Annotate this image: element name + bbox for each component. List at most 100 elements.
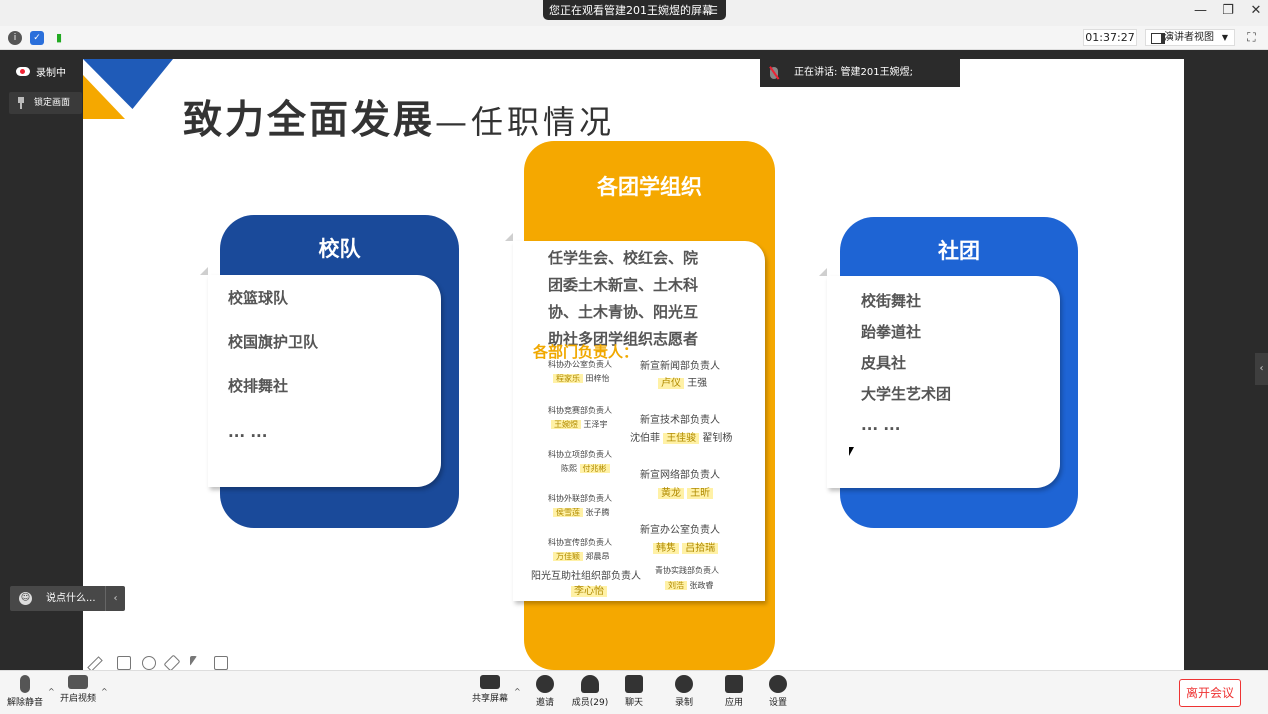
shield-icon[interactable]: ✓: [30, 31, 44, 45]
emoji-icon[interactable]: ☺: [19, 592, 32, 605]
signal-icon[interactable]: ▮: [52, 31, 66, 45]
share-banner-text: 您正在观看管建201王婉煜的屏幕: [549, 4, 713, 17]
menu-icon[interactable]: ☰: [708, 4, 718, 17]
leader-name: 田梓怡: [585, 374, 610, 383]
name-row: 侯雪莲 张子腾: [553, 507, 610, 518]
members-button[interactable]: 成员(29): [570, 675, 610, 708]
minimize-icon[interactable]: —: [1194, 3, 1207, 18]
clubs-header: 社团: [938, 239, 980, 263]
role-label: 科协外联部负责人: [548, 494, 612, 503]
role-label: 阳光互助社组织部负责人: [531, 571, 641, 582]
invite-button[interactable]: 邀请: [525, 675, 565, 708]
settings-label: 设置: [768, 698, 787, 708]
chevron-up-icon[interactable]: ^: [514, 687, 521, 696]
leader-name: 刘浩: [665, 581, 687, 590]
recording-status[interactable]: 录制中: [16, 64, 66, 79]
name-row: 程家乐 田梓怡: [553, 373, 610, 384]
mic-muted-icon: [770, 67, 778, 79]
role-label: 科协竞赛部负责人: [548, 406, 612, 415]
save-annotation-icon[interactable]: [214, 656, 228, 670]
name-row: 黄龙 王昕: [658, 484, 714, 499]
name-row: 沈伯菲 王佳骏 翟钊杨: [630, 429, 732, 444]
chat-label: 聊天: [624, 698, 643, 708]
start-video-button[interactable]: 开启视频: [58, 675, 98, 704]
description-line: 团委土木新宣、土木科: [548, 276, 699, 294]
unmute-button[interactable]: 解除静音: [5, 675, 45, 708]
shared-slide: 致力全面发展—任职情况 校队 校篮球队 校国旗护卫队 校排舞社 ... ... …: [83, 59, 1184, 670]
chevron-up-icon[interactable]: ^: [101, 687, 108, 696]
organizations-detail: 任学生会、校红会、院 团委土木新宣、土木科 协、土木青协、阳光互 助社多团学组织…: [513, 241, 765, 601]
chevron-left-icon[interactable]: ‹: [1255, 353, 1268, 385]
list-item: ... ...: [228, 423, 268, 441]
organizations-header: 各团学组织: [597, 175, 702, 199]
list-item: 皮具社: [861, 354, 907, 372]
leader-name: 张政睿: [689, 581, 714, 590]
record-button[interactable]: 录制: [664, 675, 704, 708]
list-item: 校街舞社: [861, 292, 922, 310]
role-label: 科协宣传部负责人: [548, 538, 612, 547]
chat-input[interactable]: ☺ 说点什么... ‹: [10, 586, 125, 611]
leader-name: 张子腾: [585, 508, 610, 517]
leader-name: 卢仪: [658, 378, 684, 389]
name-row: 韩隽 吕拾瑞: [653, 539, 719, 554]
highlighter-icon[interactable]: [117, 656, 131, 670]
chevron-left-icon[interactable]: ‹: [105, 586, 125, 611]
chat-icon: [625, 675, 643, 693]
list-item: 跆拳道社: [861, 323, 922, 341]
organizations-description: 任学生会、校红会、院 团委土木新宣、土木科 协、土木青协、阳光互 助社多团学组织…: [548, 245, 698, 353]
screen-share-banner[interactable]: 您正在观看管建201王婉煜的屏幕 ☰: [543, 0, 726, 20]
leader-name: 郑晨昂: [585, 552, 610, 561]
palette-icon[interactable]: [142, 656, 156, 670]
leader-name: 侯雪莲: [553, 508, 583, 517]
chat-button[interactable]: 聊天: [614, 675, 654, 708]
leave-meeting-button[interactable]: 离开会议: [1179, 679, 1241, 707]
window-controls: — ❐ ✕: [1194, 3, 1262, 18]
name-row: 陈熙 付兆彬: [561, 463, 610, 474]
role-label: 科协立项部负责人: [548, 450, 612, 459]
slide-subtitle: —任职情况: [435, 103, 616, 141]
meeting-window: 您正在观看管建201王婉煜的屏幕 ☰ — ❐ ✕ i ✓ ▮ 01:37:27 …: [0, 0, 1268, 714]
leader-name: 翟钊杨: [702, 433, 733, 444]
school-team-list: 校篮球队 校国旗护卫队 校排舞社 ... ...: [208, 275, 441, 487]
role-label: 科协办公室负责人: [548, 360, 612, 369]
clubs-list: 校街舞社 跆拳道社 皮具社 大学生艺术团 ... ...: [827, 276, 1060, 488]
description-line: 任学生会、校红会、院: [548, 249, 699, 267]
role-label: 新宣新闻部负责人: [640, 361, 720, 372]
leader-name: 沈伯菲: [630, 433, 660, 444]
name-row: 卢仪 王强: [658, 374, 707, 389]
restore-icon[interactable]: ❐: [1222, 3, 1234, 18]
start-video-label: 开启视频: [59, 694, 96, 704]
active-speaker-indicator: 正在讲话: 管建201王婉煜;: [760, 59, 960, 87]
lock-screen-button[interactable]: 锁定画面: [9, 92, 82, 114]
close-icon[interactable]: ✕: [1250, 3, 1262, 18]
chevron-up-icon[interactable]: ^: [48, 687, 55, 696]
speaker-text: 正在讲话: 管建201王婉煜;: [794, 67, 914, 78]
camera-off-icon: [68, 675, 88, 689]
settings-button[interactable]: 设置: [758, 675, 798, 708]
meeting-toolbar: 解除静音 ^ 开启视频 ^ 共享屏幕 ^ 邀请 成员(29) 聊天 录制 应用 …: [0, 670, 1268, 714]
invite-label: 邀请: [535, 698, 554, 708]
title-bar: 您正在观看管建201王婉煜的屏幕 ☰ — ❐ ✕: [0, 0, 1268, 26]
members-label: 成员(29): [571, 698, 609, 708]
apps-button[interactable]: 应用: [714, 675, 754, 708]
role-label: 新宣网络部负责人: [640, 470, 720, 481]
pointer-icon[interactable]: [190, 656, 197, 666]
description-line: 协、土木青协、阳光互: [548, 303, 699, 321]
info-icon[interactable]: i: [8, 31, 22, 45]
fullscreen-icon[interactable]: ⛶: [1244, 30, 1259, 45]
leader-name: 吕拾瑞: [682, 543, 719, 554]
apps-label: 应用: [724, 698, 743, 708]
share-screen-icon: [480, 675, 500, 689]
slide-title-main: 致力全面发展: [183, 98, 436, 143]
speaker-view-dropdown[interactable]: 演讲者视图 ▼: [1145, 29, 1235, 46]
share-screen-button[interactable]: 共享屏幕: [470, 675, 510, 704]
leader-name: 程家乐: [553, 374, 583, 383]
list-item: 校排舞社: [228, 377, 289, 395]
leader-name: 王昕: [687, 488, 714, 499]
list-item: 校篮球队: [228, 289, 289, 307]
role-label: 新宣技术部负责人: [640, 415, 720, 426]
list-item: 校国旗护卫队: [228, 333, 319, 351]
leader-name: 韩隽: [653, 543, 679, 554]
unmute-label: 解除静音: [6, 698, 43, 708]
record-icon: [675, 675, 693, 693]
